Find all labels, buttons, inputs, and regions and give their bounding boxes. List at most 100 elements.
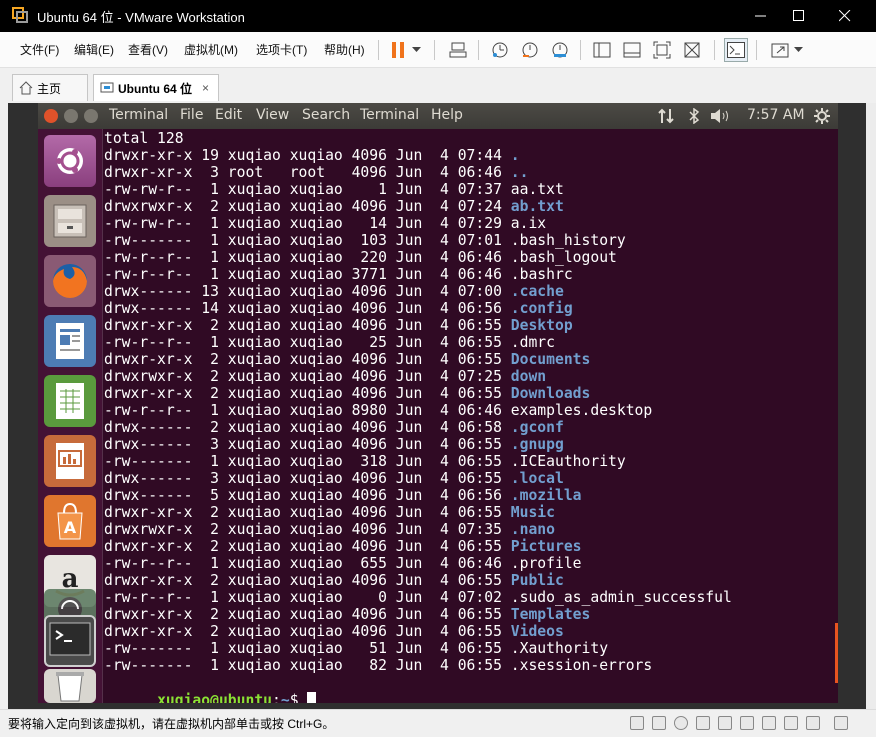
ubuntu-screen[interactable]: Terminal File Edit View Search Terminal … [38, 103, 838, 703]
menu-file[interactable]: 文件(F) [20, 41, 59, 58]
ls-entry-meta: drwx------ 14 xuqiao xuqiao 4096 Jun 4 0… [104, 300, 511, 317]
stretch-dropdown-button[interactable] [790, 38, 806, 62]
launcher-calc[interactable] [44, 375, 96, 427]
device-bluetooth-icon[interactable] [784, 716, 798, 730]
tab-home[interactable]: 主页 [12, 74, 88, 101]
software-center-icon: A [57, 502, 83, 540]
volume-icon[interactable] [710, 108, 732, 124]
menu-vm[interactable]: 虚拟机(M) [184, 41, 238, 58]
launcher-impress[interactable] [44, 435, 96, 487]
snapshot-manager-button[interactable] [548, 38, 572, 62]
firefox-icon [53, 264, 87, 298]
power-dropdown-button[interactable] [408, 38, 424, 62]
stretch-icon [771, 43, 789, 58]
prompt-line[interactable]: xuqiao@ubuntu:~$ [104, 675, 317, 703]
launcher-software-center[interactable]: A [44, 495, 96, 547]
ls-entry-filename: a.ix [510, 215, 547, 232]
device-sound-icon[interactable] [718, 716, 732, 730]
device-message-icon[interactable] [806, 716, 820, 730]
tab-close-button[interactable]: × [202, 81, 209, 95]
menu-terminal-guest[interactable]: Terminal [360, 107, 419, 123]
terminal-maximize-button[interactable] [84, 109, 98, 123]
menu-view-guest[interactable]: View [256, 107, 289, 123]
tab-ubuntu[interactable]: Ubuntu 64 位 × [93, 74, 219, 101]
ls-entry: drwx------ 14 xuqiao xuqiao 4096 Jun 4 0… [104, 300, 573, 317]
device-printer-icon[interactable] [740, 716, 754, 730]
terminal-scrollbar[interactable] [835, 623, 838, 683]
launcher-terminal[interactable] [44, 615, 96, 667]
ls-entry: drwxrwxr-x 2 xuqiao xuqiao 4096 Jun 4 07… [104, 521, 555, 538]
unity-icon [684, 42, 700, 58]
take-snapshot-button[interactable] [488, 38, 512, 62]
fullscreen-icon [653, 41, 671, 59]
close-button[interactable] [822, 0, 868, 32]
ls-entry-dirname: .config [510, 300, 573, 317]
launcher-dash[interactable] [44, 135, 96, 187]
terminal-close-button[interactable] [44, 109, 58, 123]
pause-button[interactable] [386, 38, 410, 62]
vmware-title-bar: Ubuntu 64 位 - VMware Workstation [0, 0, 876, 32]
ls-entry-dirname: .mozilla [510, 487, 582, 504]
menu-tabs[interactable]: 选项卡(T) [256, 41, 307, 58]
ls-entry-meta: -rw-r--r-- 1 xuqiao xuqiao 655 Jun 4 06:… [104, 555, 511, 572]
launcher-trash[interactable] [44, 669, 96, 703]
bluetooth-icon[interactable] [688, 108, 700, 124]
menu-edit[interactable]: 编辑(E) [74, 41, 114, 58]
launcher-files[interactable] [44, 195, 96, 247]
ls-entry: drwxr-xr-x 19 xuqiao xuqiao 4096 Jun 4 0… [104, 147, 520, 164]
menu-edit-guest[interactable]: Edit [215, 107, 242, 123]
launcher-writer[interactable] [44, 315, 96, 367]
fullscreen-button[interactable] [650, 38, 674, 62]
ls-entry: -rw-rw-r-- 1 xuqiao xuqiao 1 Jun 4 07:37… [104, 181, 564, 198]
revert-snapshot-button[interactable] [518, 38, 542, 62]
launcher-firefox[interactable] [44, 255, 96, 307]
ls-entry: -rw-r--r-- 1 xuqiao xuqiao 8980 Jun 4 06… [104, 402, 652, 419]
ls-entry-filename: .bash_history [510, 232, 626, 249]
send-ctrl-alt-del-icon [449, 42, 467, 58]
text-cursor [307, 692, 317, 703]
device-network-icon[interactable] [674, 716, 688, 730]
settings-icon[interactable] [814, 108, 830, 124]
unity-button[interactable] [680, 38, 704, 62]
stretch-button[interactable] [768, 38, 792, 62]
resize-grip-icon[interactable] [834, 716, 848, 730]
menu-search-guest[interactable]: Search [302, 107, 350, 123]
device-display-icon[interactable] [762, 716, 776, 730]
network-icon[interactable] [658, 108, 676, 124]
menu-view[interactable]: 查看(V) [128, 41, 168, 58]
ls-entry-dirname: .. [510, 164, 529, 181]
dropdown-icon [793, 47, 803, 52]
send-ctrl-alt-del-button[interactable] [446, 38, 470, 62]
menu-help-guest[interactable]: Help [431, 107, 463, 123]
toolbar-separator [714, 40, 715, 60]
ls-entry: -rw------- 1 xuqiao xuqiao 103 Jun 4 07:… [104, 232, 626, 249]
ls-entry-meta: -rw------- 1 xuqiao xuqiao 51 Jun 4 06:5… [104, 640, 511, 657]
terminal-console-button[interactable] [724, 38, 748, 62]
ls-entry-meta: drwxr-xr-x 2 xuqiao xuqiao 4096 Jun 4 06… [104, 572, 511, 589]
minimize-icon [755, 15, 766, 17]
ls-entry-meta: -rw-r--r-- 1 xuqiao xuqiao 0 Jun 4 07:02 [104, 589, 511, 606]
ls-entry-meta: drwxr-xr-x 2 xuqiao xuqiao 4096 Jun 4 06… [104, 385, 511, 402]
ls-entry: drwxr-xr-x 2 xuqiao xuqiao 4096 Jun 4 06… [104, 317, 573, 334]
ls-entry-filename: .profile [510, 555, 582, 572]
device-usb-icon[interactable] [696, 716, 710, 730]
device-hdd-icon[interactable] [630, 716, 644, 730]
ls-entry-meta: drwx------ 3 xuqiao xuqiao 4096 Jun 4 06… [104, 436, 511, 453]
clock[interactable]: 7:57 AM [747, 107, 805, 123]
menu-help[interactable]: 帮助(H) [324, 41, 365, 58]
console-view-button[interactable] [590, 38, 614, 62]
ls-entry: drwxr-xr-x 2 xuqiao xuqiao 4096 Jun 4 06… [104, 572, 564, 589]
ls-entry-meta: -rw-r--r-- 1 xuqiao xuqiao 3771 Jun 4 06… [104, 266, 511, 283]
terminal-output[interactable]: total 128 drwxr-xr-x 19 xuqiao xuqiao 40… [104, 129, 838, 703]
ls-entry: drwxr-xr-x 3 root root 4096 Jun 4 06:46 … [104, 164, 528, 181]
quick-switch-button[interactable] [620, 38, 644, 62]
menu-file-guest[interactable]: File [180, 107, 203, 123]
terminal-minimize-button[interactable] [64, 109, 78, 123]
ls-entry-filename: .Xauthority [510, 640, 609, 657]
ls-entry: drwxr-xr-x 2 xuqiao xuqiao 4096 Jun 4 06… [104, 385, 590, 402]
ls-entry-meta: drwxr-xr-x 3 root root 4096 Jun 4 06:46 [104, 164, 511, 181]
ls-entry-meta: -rw------- 1 xuqiao xuqiao 103 Jun 4 07:… [104, 232, 511, 249]
svg-text:A: A [64, 518, 77, 537]
device-cd-icon[interactable] [652, 716, 666, 730]
maximize-button[interactable] [776, 0, 822, 32]
